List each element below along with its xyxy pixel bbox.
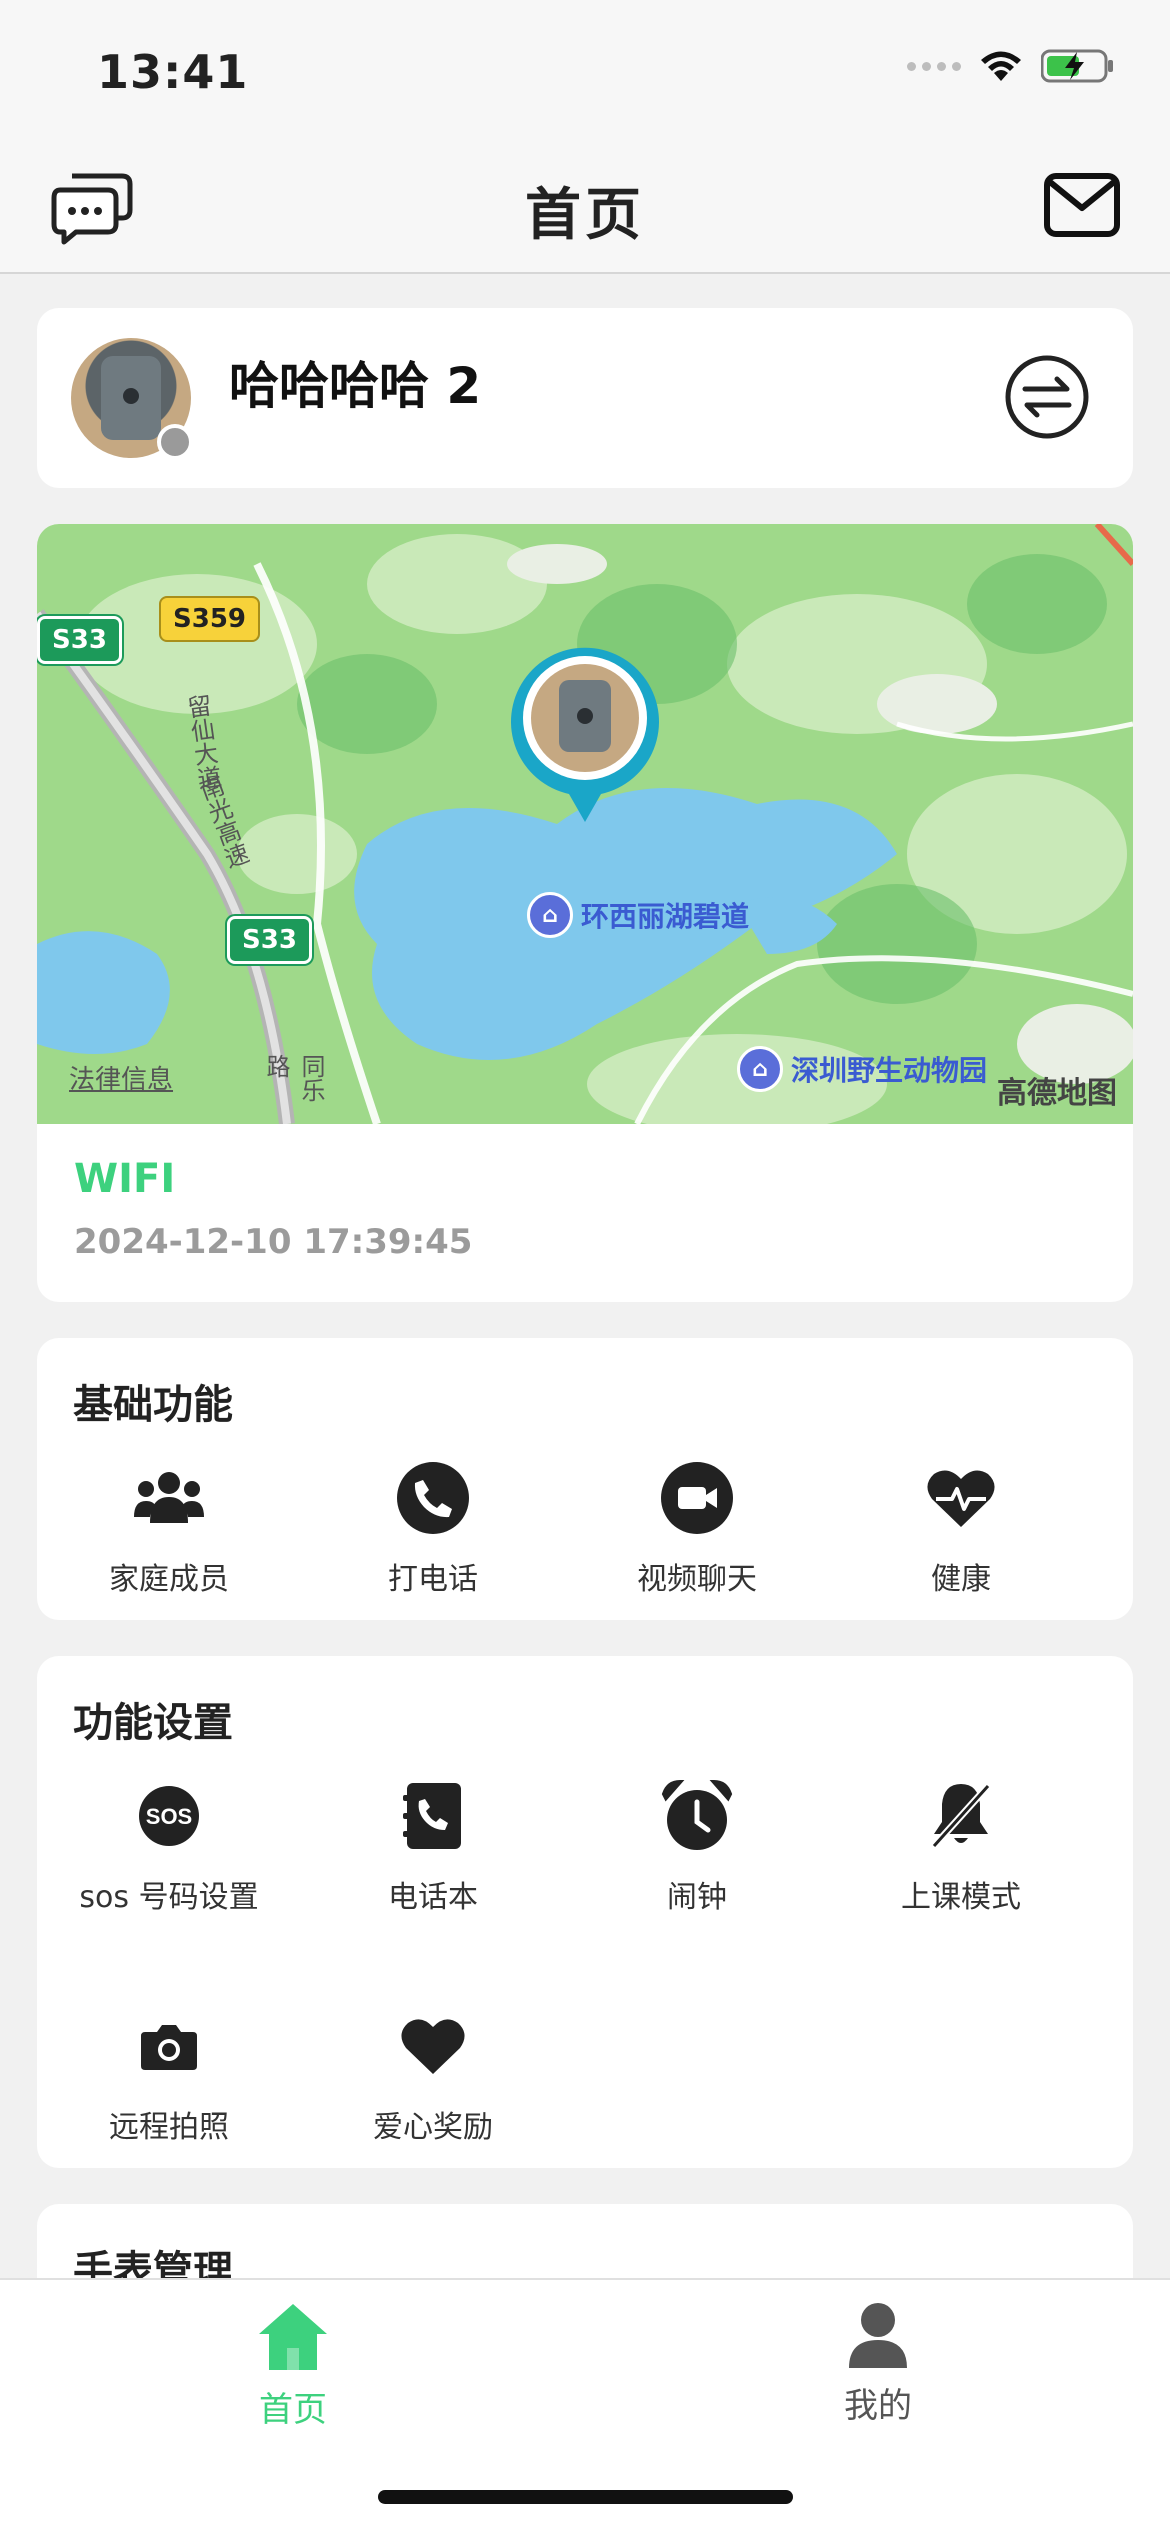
poi-label: 深圳野生动物园 <box>791 1054 988 1087</box>
wifi-icon <box>981 51 1021 81</box>
heart-icon <box>401 2019 465 2074</box>
status-icons <box>907 48 1115 84</box>
grid-item-label: 家庭成员 <box>109 1562 229 1597</box>
basic-functions-grid: 家庭成员 打电话 视频聊天 健康 <box>37 1460 1133 1660</box>
sos-icon: SOS <box>139 1786 199 1846</box>
location-timestamp: 2024-12-10 17:39:45 <box>74 1222 473 1262</box>
basic-functions-card: 基础功能 家庭成员 打电话 视频聊天 健康 <box>37 1338 1133 1620</box>
device-avatar <box>71 338 193 460</box>
feature-settings-grid: SOS sos 号码设置 电话本 闹钟 上课模式 远程拍照 爱心奖励 <box>37 1778 1133 2238</box>
map-legal-link[interactable]: 法律信息 <box>69 1059 173 1096</box>
home-indicator <box>378 2490 793 2504</box>
map-poi[interactable]: ⌂ 环西丽湖碧道 <box>527 892 749 938</box>
switch-device-button[interactable] <box>1003 353 1091 445</box>
grid-item-label: 远程拍照 <box>109 2110 229 2145</box>
class-mode-button[interactable]: 上课模式 <box>829 1778 1093 2008</box>
grid-item-label: sos 号码设置 <box>79 1880 259 1915</box>
mail-icon <box>1044 173 1120 237</box>
tab-home[interactable]: 首页 <box>193 2302 393 2431</box>
alarm-icon <box>661 1779 733 1850</box>
tab-mine[interactable]: 我的 <box>778 2302 978 2427</box>
switch-arrows-icon <box>1005 355 1089 439</box>
cellular-signal-icon <box>907 61 961 71</box>
device-card[interactable]: 哈哈哈哈 2 <box>37 308 1133 488</box>
feature-settings-card: 功能设置 SOS sos 号码设置 电话本 闹钟 上课模式 远程拍照 爱心奖励 <box>37 1656 1133 2168</box>
grid-item-label: 视频聊天 <box>637 1562 757 1597</box>
device-name: 哈哈哈哈 2 <box>229 357 482 415</box>
location-type: WIFI <box>74 1156 176 1202</box>
poi-label: 环西丽湖碧道 <box>581 900 750 933</box>
tab-label: 我的 <box>844 2386 912 2426</box>
road-badge-s33: S33 <box>227 916 312 964</box>
poi-icon: ⌂ <box>527 892 573 938</box>
call-button[interactable]: 打电话 <box>301 1460 565 1660</box>
road-badge-s33: S33 <box>37 616 122 664</box>
svg-text:SOS: SOS <box>146 1804 192 1829</box>
family-members-button[interactable]: 家庭成员 <box>37 1460 301 1660</box>
phone-icon <box>397 1462 469 1534</box>
device-location-marker[interactable] <box>507 644 663 824</box>
family-icon <box>134 1472 204 1523</box>
grid-item-label: 上课模式 <box>901 1880 1021 1915</box>
status-time: 13:41 <box>97 45 249 99</box>
grid-item-label: 电话本 <box>388 1880 478 1915</box>
grid-item-label: 闹钟 <box>667 1880 727 1915</box>
map-poi[interactable]: ⌂ 深圳野生动物园 <box>737 1046 987 1092</box>
mail-button[interactable] <box>1044 172 1120 242</box>
camera-icon <box>141 2025 197 2070</box>
grid-item-label: 爱心奖励 <box>373 2110 493 2145</box>
section-title: 功能设置 <box>73 1700 233 1746</box>
sos-number-settings-button[interactable]: SOS sos 号码设置 <box>37 1778 301 2008</box>
nav-bar: 首页 <box>0 140 1170 274</box>
map-brand-logo: 高德地图 <box>997 1076 1117 1111</box>
battery-icon <box>1041 49 1113 83</box>
phonebook-icon <box>403 1783 461 1849</box>
map-view[interactable]: S33 S359 S33 留仙大道 南光高速 同乐路 ⌂ 环西丽湖碧道 ⌂ 深圳… <box>37 524 1133 1124</box>
video-icon <box>661 1462 733 1534</box>
tab-label: 首页 <box>259 2390 327 2430</box>
road-label: 同乐路 <box>262 1054 325 1102</box>
user-icon <box>849 2303 907 2368</box>
page-title: 首页 <box>525 183 645 248</box>
health-button[interactable]: 健康 <box>829 1460 1093 1660</box>
offline-status-dot <box>157 424 193 460</box>
health-icon <box>927 1470 995 1527</box>
section-title: 基础功能 <box>73 1382 233 1428</box>
status-bar: 13:41 <box>0 0 1170 140</box>
grid-item-label: 打电话 <box>388 1562 478 1597</box>
alarm-clock-button[interactable]: 闹钟 <box>565 1778 829 2008</box>
bell-off-icon <box>931 1783 991 1849</box>
location-card: S33 S359 S33 留仙大道 南光高速 同乐路 ⌂ 环西丽湖碧道 ⌂ 深圳… <box>37 524 1133 1302</box>
phonebook-button[interactable]: 电话本 <box>301 1778 565 2008</box>
video-chat-button[interactable]: 视频聊天 <box>565 1460 829 1660</box>
home-icon <box>259 2304 327 2370</box>
poi-icon: ⌂ <box>737 1046 783 1092</box>
grid-item-label: 健康 <box>931 1562 991 1597</box>
road-badge-s359: S359 <box>159 596 260 642</box>
map-pin-icon <box>511 647 659 822</box>
